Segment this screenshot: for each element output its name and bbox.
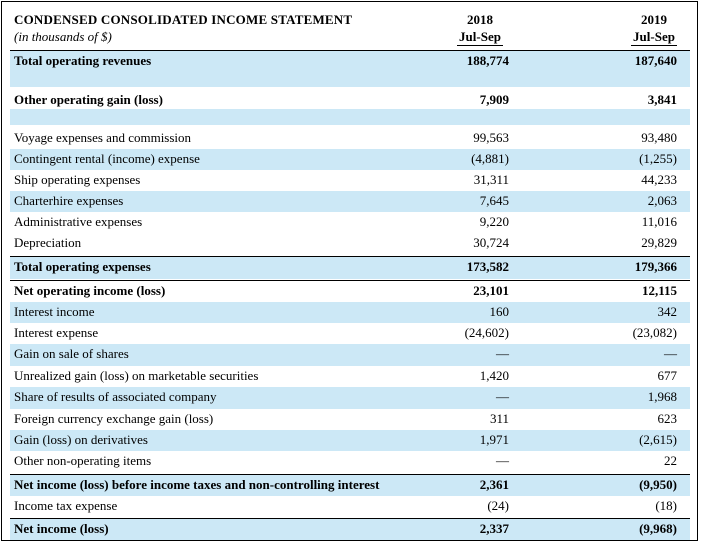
value-2019: 179,366: [634, 259, 677, 274]
value-2019: (2,615): [639, 432, 677, 447]
row-label: Interest expense: [14, 325, 99, 340]
value-2019: 44,233: [641, 172, 677, 187]
value-2018: 2,337: [479, 521, 509, 536]
row-share-of-results: Share of results of associated company —…: [10, 387, 690, 409]
value-2018: 2,361: [479, 477, 509, 492]
row-label: Other non-operating items: [14, 453, 152, 468]
table-header: CONDENSED CONSOLIDATED INCOME STATEMENT …: [10, 11, 690, 49]
row-label: Total operating revenues: [14, 53, 152, 68]
column-header-2018: 2018 Jul-Sep: [440, 11, 520, 46]
value-2019: 11,016: [641, 214, 677, 229]
value-2018: (4,881): [471, 151, 509, 166]
value-2018: 7,909: [479, 92, 509, 107]
column-period: Jul-Sep: [457, 29, 503, 46]
row-depreciation: Depreciation 30,724 29,829: [10, 233, 690, 254]
column-header-2019: 2019 Jul-Sep: [614, 11, 694, 46]
row-total-operating-expenses: Total operating expenses 173,582 179,366: [10, 256, 690, 279]
value-2018: 311: [489, 411, 509, 426]
row-label: Net operating income (loss): [14, 283, 166, 298]
value-2019: 677: [657, 368, 678, 383]
row-label: Net income (loss): [14, 521, 109, 536]
row-contingent-rental: Contingent rental (income) expense (4,88…: [10, 149, 690, 170]
row-label: Share of results of associated company: [14, 389, 217, 404]
row-income-tax-expense: Income tax expense (24) (18): [10, 496, 690, 517]
value-2019: 187,640: [634, 53, 677, 68]
column-year: 2019: [641, 12, 667, 27]
column-year: 2018: [467, 12, 493, 27]
row-label: Voyage expenses and commission: [14, 130, 192, 145]
row-voyage-expenses: Voyage expenses and commission 99,563 93…: [10, 128, 690, 149]
value-2018: 30,724: [473, 235, 509, 250]
row-unrealized-gain: Unrealized gain (loss) on marketable sec…: [10, 366, 690, 387]
row-gain-on-derivatives: Gain (loss) on derivatives 1,971 (2,615): [10, 430, 690, 451]
value-2019: (18): [655, 498, 677, 513]
row-label: Total operating expenses: [14, 259, 151, 274]
statement-title: CONDENSED CONSOLIDATED INCOME STATEMENT: [14, 12, 353, 27]
row-label: Depreciation: [14, 235, 82, 250]
value-2018: (24): [487, 498, 509, 513]
value-2019: 12,115: [641, 283, 677, 298]
value-2019: (1,255): [639, 151, 677, 166]
value-2019: 2,063: [647, 193, 677, 208]
value-2018: 23,101: [473, 283, 509, 298]
row-label: Charterhire expenses: [14, 193, 124, 208]
row-spacer: [10, 109, 690, 125]
value-2019: 1,968: [647, 389, 677, 404]
value-2019: —: [664, 346, 677, 361]
row-label: Unrealized gain (loss) on marketable sec…: [14, 368, 259, 383]
value-2019: 22: [664, 453, 677, 468]
row-other-non-operating: Other non-operating items — 22: [10, 451, 690, 473]
value-2018: 173,582: [466, 259, 509, 274]
value-2019: 93,480: [641, 130, 677, 145]
row-interest-income: Interest income 160 342: [10, 302, 690, 323]
value-2018: —: [496, 389, 509, 404]
column-period: Jul-Sep: [631, 29, 677, 46]
value-2018: 188,774: [466, 53, 509, 68]
value-2018: —: [496, 453, 509, 468]
row-administrative-expenses: Administrative expenses 9,220 11,016: [10, 212, 690, 233]
value-2018: 160: [489, 304, 510, 319]
value-2019: (9,968): [639, 521, 677, 536]
row-interest-expense: Interest expense (24,602) (23,082): [10, 323, 690, 344]
row-other-operating-gain: Other operating gain (loss) 7,909 3,841: [10, 90, 690, 110]
value-2018: 7,645: [479, 193, 509, 208]
row-total-operating-revenues: Total operating revenues 188,774 187,640: [10, 50, 690, 72]
value-2018: 9,220: [479, 214, 509, 229]
value-2019: 623: [657, 411, 678, 426]
value-2019: 342: [657, 304, 678, 319]
row-label: Administrative expenses: [14, 214, 143, 229]
row-label: Gain on sale of shares: [14, 346, 129, 361]
row-label: Foreign currency exchange gain (loss): [14, 411, 214, 426]
row-spacer: [10, 71, 690, 87]
row-label: Income tax expense: [14, 498, 118, 513]
value-2019: 29,829: [641, 235, 677, 250]
row-income-before-taxes: Net income (loss) before income taxes an…: [10, 474, 690, 496]
income-statement-table: CONDENSED CONSOLIDATED INCOME STATEMENT …: [1, 1, 698, 541]
statement-units: (in thousands of $): [14, 29, 112, 44]
row-label: Contingent rental (income) expense: [14, 151, 200, 166]
row-net-operating-income: Net operating income (loss) 23,101 12,11…: [10, 280, 690, 302]
value-2019: 3,841: [647, 92, 677, 107]
row-net-income: Net income (loss) 2,337 (9,968): [10, 518, 690, 540]
value-2018: 1,971: [479, 432, 509, 447]
row-label: Net income (loss) before income taxes an…: [14, 477, 380, 492]
row-label: Interest income: [14, 304, 95, 319]
value-2018: (24,602): [464, 325, 509, 340]
row-label: Gain (loss) on derivatives: [14, 432, 148, 447]
value-2019: (23,082): [632, 325, 677, 340]
value-2018: 99,563: [473, 130, 509, 145]
row-label: Other operating gain (loss): [14, 92, 163, 107]
row-foreign-currency: Foreign currency exchange gain (loss) 31…: [10, 409, 690, 430]
value-2019: (9,950): [639, 477, 677, 492]
row-charterhire-expenses: Charterhire expenses 7,645 2,063: [10, 191, 690, 212]
value-2018: —: [496, 346, 509, 361]
value-2018: 1,420: [479, 368, 509, 383]
row-ship-operating-expenses: Ship operating expenses 31,311 44,233: [10, 170, 690, 191]
row-label: Ship operating expenses: [14, 172, 141, 187]
row-gain-on-sale-of-shares: Gain on sale of shares — —: [10, 344, 690, 366]
value-2018: 31,311: [473, 172, 509, 187]
